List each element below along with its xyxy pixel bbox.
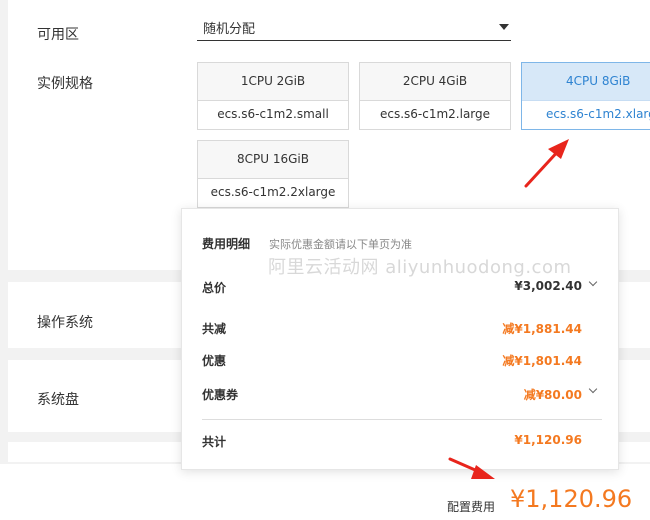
arrow-to-price (448, 457, 495, 479)
arrow-to-spec (524, 139, 569, 188)
red-arrow-annotation (448, 139, 569, 479)
